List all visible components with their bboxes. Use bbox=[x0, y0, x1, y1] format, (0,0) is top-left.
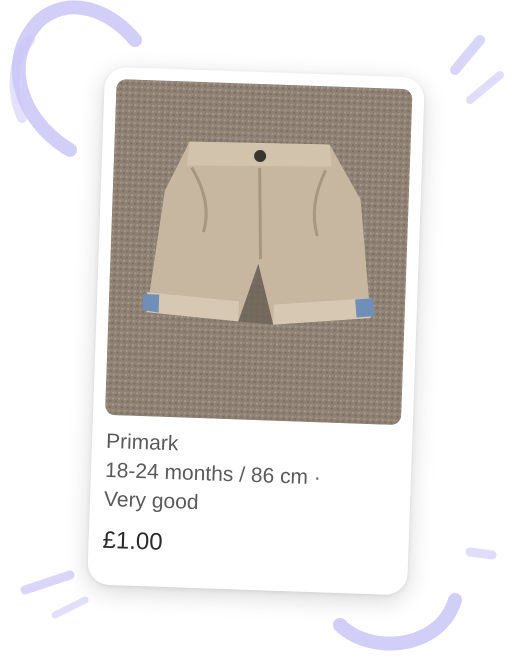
listing-photo[interactable] bbox=[104, 78, 413, 426]
listing-card[interactable]: Primark 18-24 months / 86 cm · Very good… bbox=[87, 66, 425, 596]
listing-price: £1.00 bbox=[102, 526, 164, 556]
listing-info: Primark 18-24 months / 86 cm · Very good… bbox=[102, 427, 398, 566]
shorts-photo-image bbox=[104, 78, 413, 426]
